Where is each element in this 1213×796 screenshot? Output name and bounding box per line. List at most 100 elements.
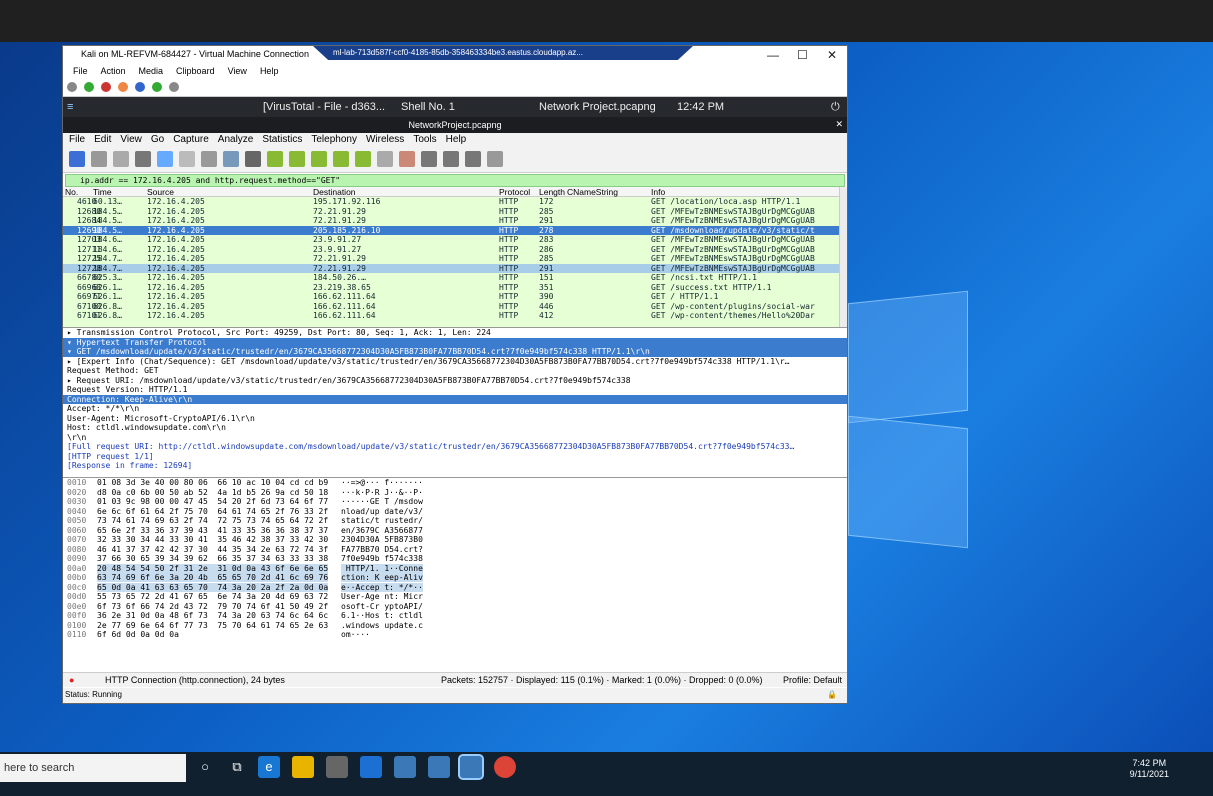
mail-icon[interactable] [360, 756, 382, 778]
zoom-out-icon[interactable] [443, 151, 459, 167]
hex-row[interactable]: 0070 32 33 30 34 44 33 30 41 35 46 42 38 … [63, 535, 847, 545]
vm-menu-item[interactable]: Clipboard [176, 66, 215, 76]
shutdown-icon[interactable] [118, 82, 128, 92]
packet-row[interactable]: 67101 626.8… 172.16.4.205 166.62.111.64 HTTP… [63, 311, 847, 321]
vm-menu-item[interactable]: Media [139, 66, 164, 76]
vm-menu-item[interactable]: Help [260, 66, 279, 76]
zoom-in-icon[interactable] [421, 151, 437, 167]
edge-icon[interactable]: e [258, 756, 280, 778]
detail-row[interactable]: User-Agent: Microsoft-CryptoAPI/6.1\r\n [63, 414, 847, 424]
detail-row[interactable]: [Response in frame: 12694] [63, 461, 847, 471]
search-icon[interactable] [245, 151, 261, 167]
hex-row[interactable]: 0010 01 08 3d 3e 40 00 80 06 66 10 ac 10 … [63, 478, 847, 488]
ws-menu-item[interactable]: Statistics [262, 134, 302, 145]
hex-row[interactable]: 00e0 6f 73 6f 66 74 2d 43 72 79 70 74 6f … [63, 602, 847, 612]
forward-icon[interactable] [289, 151, 305, 167]
detail-row[interactable]: ▸ Transmission Control Protocol, Src Por… [63, 328, 847, 338]
stop-icon[interactable] [91, 151, 107, 167]
hex-row[interactable]: 0090 37 66 30 65 39 34 39 62 66 35 37 34 … [63, 554, 847, 564]
ws-menu-item[interactable]: Wireless [366, 134, 404, 145]
close-file-icon[interactable] [201, 151, 217, 167]
colorize-icon[interactable] [399, 151, 415, 167]
detail-row[interactable]: Accept: */*\r\n [63, 404, 847, 414]
column-header[interactable]: Protocol [499, 187, 530, 197]
start-icon[interactable] [84, 82, 94, 92]
detail-row[interactable]: Request Method: GET [63, 366, 847, 376]
ws-menu-item[interactable]: View [120, 134, 142, 145]
ws-menu-item[interactable]: Analyze [218, 134, 254, 145]
hex-row[interactable]: 0100 2e 77 69 6e 64 6f 77 73 75 70 64 61 … [63, 621, 847, 631]
close-icon[interactable]: ✕ [827, 48, 837, 62]
packet-row[interactable]: 12725 184.7… 172.16.4.205 72.21.91.29 HTTP 28… [63, 254, 847, 264]
column-header[interactable]: Destination [313, 187, 356, 197]
detail-row[interactable]: Request Version: HTTP/1.1 [63, 385, 847, 395]
hex-row[interactable]: 00a0 20 48 54 54 50 2f 31 2e 31 0d 0a 43 … [63, 563, 847, 574]
system-clock[interactable]: 7:42 PM 9/11/2021 [1130, 758, 1169, 780]
column-header[interactable]: CNameString [567, 187, 618, 197]
profile-label[interactable]: Profile: Default [783, 675, 842, 685]
ws-menu-item[interactable]: Tools [413, 134, 436, 145]
file-explorer-icon[interactable] [292, 756, 314, 778]
vm-menu-item[interactable]: Action [101, 66, 126, 76]
detail-row[interactable]: [Full request URI: http://ctldl.windowsu… [63, 442, 847, 452]
turn-off-icon[interactable] [101, 82, 111, 92]
detail-row[interactable]: ▾ Hypertext Transfer Protocol [63, 337, 847, 347]
reload-icon[interactable] [223, 151, 239, 167]
ws-menu-item[interactable]: Edit [94, 134, 111, 145]
hyperv-icon-2[interactable] [428, 756, 450, 778]
first-icon[interactable] [333, 151, 349, 167]
detail-row[interactable]: [HTTP request 1/1] [63, 452, 847, 462]
column-header[interactable]: Info [651, 187, 665, 197]
hyperv-icon[interactable] [394, 756, 416, 778]
packet-row[interactable]: 12690 184.5… 172.16.4.205 205.185.216.10 HTT… [63, 225, 847, 235]
detail-row[interactable]: ▸ [Expert Info (Chat/Sequence): GET /msd… [63, 357, 847, 367]
kali-tab-virustotal[interactable]: [VirusTotal - File - d363... [263, 101, 385, 113]
autoscroll-icon[interactable] [377, 151, 393, 167]
ws-close-icon[interactable]: ✕ [835, 119, 843, 130]
detail-row[interactable]: \r\n [63, 433, 847, 443]
packet-row[interactable]: 66968 626.1… 172.16.4.205 23.219.38.65 HTTP 3… [63, 283, 847, 293]
resize-columns-icon[interactable] [487, 151, 503, 167]
save-icon[interactable] [179, 151, 195, 167]
packet-list-scrollbar[interactable] [839, 187, 847, 327]
packet-row[interactable]: 12711 184.6… 172.16.4.205 23.9.91.27 HTTP 286… [63, 245, 847, 255]
ws-menu-item[interactable]: File [69, 134, 85, 145]
hex-row[interactable]: 0110 6f 6d 0d 0a 0d 0a om···· [63, 630, 847, 640]
task-view-icon[interactable]: ⧉ [226, 756, 248, 778]
packet-row[interactable]: 12703 184.6… 172.16.4.205 23.9.91.27 HTTP 283… [63, 235, 847, 245]
zoom-reset-icon[interactable] [465, 151, 481, 167]
vm-menu-item[interactable]: File [73, 66, 88, 76]
hex-row[interactable]: 0060 65 6e 2f 33 36 37 39 43 41 33 35 36 … [63, 526, 847, 536]
open-icon[interactable] [157, 151, 173, 167]
go-to-icon[interactable] [311, 151, 327, 167]
hex-row[interactable]: 0040 6e 6c 6f 61 64 2f 75 70 64 61 74 65 … [63, 507, 847, 517]
hex-row[interactable]: 0030 01 03 9c 98 00 00 47 45 54 20 2f 6d … [63, 497, 847, 507]
ctrl-alt-del-icon[interactable] [67, 82, 77, 92]
checkpoint-icon[interactable] [169, 82, 179, 92]
packet-row[interactable]: 66971 626.1… 172.16.4.205 166.62.111.64 HTTP… [63, 292, 847, 302]
maximize-icon[interactable]: ☐ [797, 48, 808, 62]
hex-row[interactable]: 00b0 63 74 69 6f 6e 3a 20 4b 65 65 70 2d … [63, 573, 847, 583]
restart-icon[interactable] [113, 151, 129, 167]
packet-row[interactable]: 4610 60.13… 172.16.4.205 195.171.92.116 HTTP… [63, 197, 847, 207]
last-icon[interactable] [355, 151, 371, 167]
ws-menu-item[interactable]: Telephony [311, 134, 357, 145]
hex-row[interactable]: 00d0 55 73 65 72 2d 41 67 65 6e 74 3a 20 … [63, 592, 847, 602]
hex-row[interactable]: 00f0 36 2e 31 0d 0a 48 6f 73 74 3a 20 63 … [63, 611, 847, 621]
hex-row[interactable]: 0050 73 74 61 74 69 63 2f 74 72 75 73 74 … [63, 516, 847, 526]
ws-menu-item[interactable]: Help [446, 134, 467, 145]
resume-icon[interactable] [152, 82, 162, 92]
ws-menu-item[interactable]: Capture [173, 134, 209, 145]
vm-connection-icon[interactable] [458, 754, 484, 780]
expert-info-icon[interactable]: ● [69, 675, 74, 685]
shark-fin-icon[interactable] [69, 151, 85, 167]
power-icon[interactable]: ⏻ [831, 101, 840, 114]
packet-row[interactable]: 67100 626.8… 172.16.4.205 166.62.111.64 HTTP… [63, 302, 847, 312]
display-filter-input[interactable]: ip.addr == 172.16.4.205 and http.request… [65, 174, 845, 187]
packet-row[interactable]: 12680 184.5… 172.16.4.205 72.21.91.29 HTTP 28… [63, 207, 847, 217]
hex-row[interactable]: 00c0 65 0d 0a 41 63 63 65 70 74 3a 20 2a … [63, 582, 847, 593]
packet-row[interactable]: 12728 184.7… 172.16.4.205 72.21.91.29 HTTP 29… [63, 263, 847, 273]
ws-menu-item[interactable]: Go [151, 134, 164, 145]
kali-menu-icon[interactable]: ≡ [67, 101, 73, 113]
column-header[interactable]: Source [147, 187, 174, 197]
